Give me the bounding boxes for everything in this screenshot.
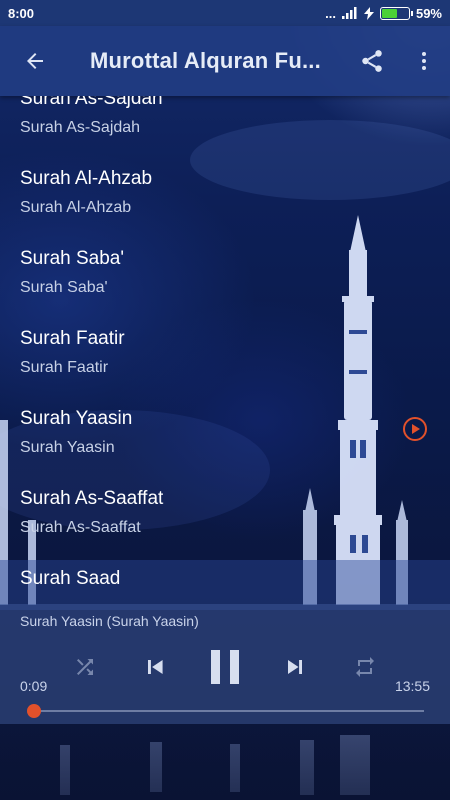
list-item[interactable]: Surah Saad [0,556,450,604]
list-item[interactable]: Surah Saba' Surah Saba' [0,236,450,316]
list-item[interactable]: Surah Al-Ahzab Surah Al-Ahzab [0,156,450,236]
status-bar: 8:00 ... 59% [0,0,450,26]
battery-percent: 59% [415,5,442,21]
list-item-playing[interactable]: Surah Yaasin Surah Yaasin [0,396,450,476]
item-subtitle: Surah Yaasin [20,439,115,456]
status-icons: ... 59% [325,6,442,21]
now-playing-icon [403,417,427,441]
item-subtitle: Surah Al-Ahzab [20,199,132,216]
player-panel: Surah Yaasin (Surah Yaasin) 0:09 13:55 [0,604,450,724]
next-button[interactable] [270,644,320,690]
skip-previous-icon [148,660,163,674]
app-bar: Murottal Alquran Fu... [0,26,450,96]
current-time: 0:09 [20,678,48,694]
arrow-left-icon [27,53,43,69]
item-subtitle: Surah As-Sajdah [20,119,141,136]
repeat-button[interactable] [342,644,388,690]
pause-button[interactable] [200,644,250,690]
item-title: Surah As-Saaffat [20,488,164,509]
list-item[interactable]: Surah Faatir Surah Faatir [0,316,450,396]
item-title: Surah Saad [20,568,121,589]
more-vert-icon [422,52,426,70]
surah-list: Surah As-Sajdah Surah As-Sajdah Surah Al… [0,96,450,604]
repeat-icon [356,657,374,677]
item-subtitle: Surah Saba' [20,279,108,296]
item-title: Surah As-Sajdah [20,96,163,109]
list-item[interactable]: Surah As-Sajdah Surah As-Sajdah [0,96,450,156]
page-title: Murottal Alquran Fu... [90,48,321,73]
item-title: Surah Al-Ahzab [20,168,153,189]
share-button[interactable] [346,26,398,96]
more-options-button[interactable] [398,26,450,96]
shuffle-button[interactable] [62,644,108,690]
bottom-reflection [0,724,450,800]
battery-icon [379,6,413,20]
list-item[interactable]: Surah As-Saaffat Surah As-Saaffat [0,476,450,556]
seek-bar[interactable] [27,704,424,718]
previous-button[interactable] [130,644,180,690]
shuffle-icon [77,659,93,675]
seek-thumb[interactable] [27,704,42,718]
item-title: Surah Faatir [20,328,125,349]
now-playing-title: Surah Yaasin (Surah Yaasin) [20,613,199,629]
signal-icon [341,7,357,19]
back-button[interactable] [0,26,70,96]
share-icon [362,50,382,72]
item-title: Surah Yaasin [20,408,133,429]
total-time: 13:55 [394,678,430,694]
skip-next-icon [288,660,302,674]
item-subtitle: Surah As-Saaffat [20,519,141,536]
item-title: Surah Saba' [20,248,124,269]
charging-bolt-icon [363,6,374,20]
network-dots: ... [325,5,336,21]
pause-icon [211,650,239,684]
status-time: 8:00 [8,5,35,21]
item-subtitle: Surah Faatir [20,359,109,376]
